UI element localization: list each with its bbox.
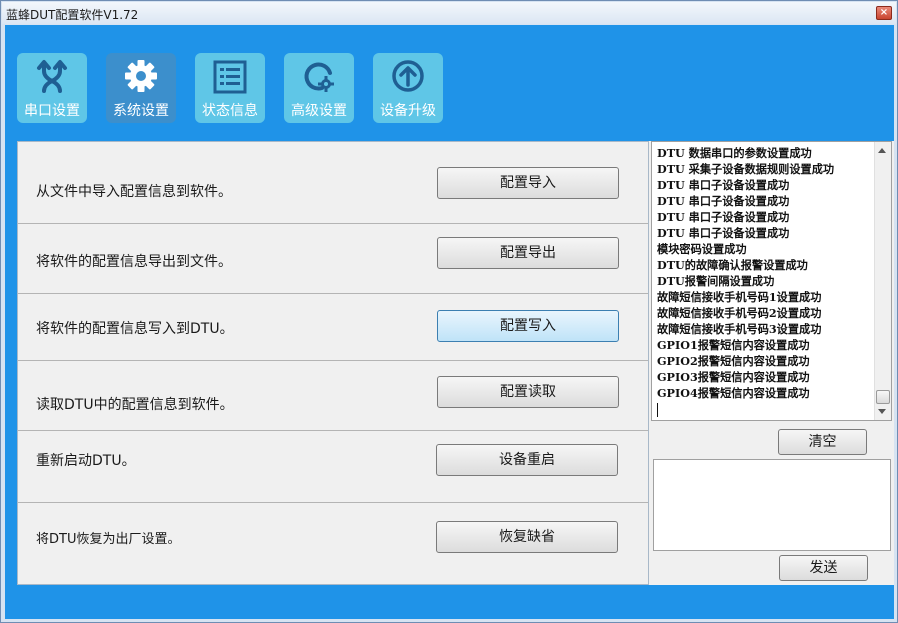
- restart-description: 重新启动DTU。: [36, 453, 136, 469]
- title-bar[interactable]: 蓝蜂DUT配置软件V1.72 ×: [2, 2, 896, 24]
- log-line: DTU 数据串口的参数设置成功: [657, 146, 812, 160]
- scroll-thumb[interactable]: [876, 390, 890, 404]
- export-config-button[interactable]: 配置导出: [437, 237, 619, 269]
- read-description: 读取DTU中的配置信息到软件。: [36, 397, 234, 413]
- log-scrollbar[interactable]: [874, 142, 891, 420]
- log-lines: DTU 数据串口的参数设置成功 DTU 采集子设备数据规则设置成功 DTU 串口子设…: [657, 145, 834, 417]
- device-upgrade-button[interactable]: 设备升级: [373, 53, 443, 123]
- serial-settings-button[interactable]: 串口设置: [17, 53, 87, 123]
- log-line: DTU报警间隔设置成功: [657, 274, 775, 288]
- send-button[interactable]: 发送: [779, 555, 868, 581]
- advanced-gear-circle-icon: [304, 62, 334, 92]
- log-line: GPIO1报警短信内容设置成功: [657, 338, 810, 352]
- log-line: DTU 串口子设备设置成功: [657, 226, 790, 240]
- scroll-up-icon[interactable]: [878, 148, 886, 153]
- status-info-button[interactable]: 状态信息: [195, 53, 265, 123]
- write-config-button[interactable]: 配置写入: [437, 310, 619, 342]
- log-line: 故障短信接收手机号码1设置成功: [657, 290, 822, 304]
- close-button[interactable]: ×: [876, 6, 892, 20]
- log-line: DTU 串口子设备设置成功: [657, 194, 790, 208]
- write-row: 将软件的配置信息写入到DTU。 配置写入: [18, 294, 648, 361]
- log-line: 故障短信接收手机号码3设置成功: [657, 322, 822, 336]
- device-upgrade-label: 设备升级: [380, 103, 436, 119]
- window-title: 蓝蜂DUT配置软件V1.72: [6, 8, 139, 22]
- log-line: DTU 采集子设备数据规则设置成功: [657, 162, 835, 176]
- system-actions-panel: 从文件中导入配置信息到软件。 配置导入 将软件的配置信息导出到文件。 配置导出 …: [17, 141, 649, 585]
- factory-reset-row: 将DTU恢复为出厂设置。 恢复缺省: [18, 503, 648, 584]
- log-line: GPIO4报警短信内容设置成功: [657, 386, 810, 400]
- log-line: DTU的故障确认报警设置成功: [657, 258, 808, 272]
- serial-cross-arrows-icon: [37, 60, 67, 93]
- scroll-down-icon[interactable]: [878, 409, 886, 414]
- log-panel: DTU 数据串口的参数设置成功 DTU 采集子设备数据规则设置成功 DTU 串口子设…: [649, 141, 894, 585]
- restart-row: 重新启动DTU。 设备重启: [18, 431, 648, 503]
- import-config-button[interactable]: 配置导入: [437, 167, 619, 199]
- export-row: 将软件的配置信息导出到文件。 配置导出: [18, 224, 648, 294]
- export-description: 将软件的配置信息导出到文件。: [36, 254, 232, 270]
- system-settings-label: 系统设置: [113, 103, 169, 119]
- client-area: 串口设置 系统设置 状态信息 高级设置 设备升级 从文件中导入配置信息到软件。 …: [5, 25, 894, 619]
- system-settings-button[interactable]: 系统设置: [106, 53, 176, 123]
- list-icon: [213, 60, 247, 94]
- read-config-button[interactable]: 配置读取: [437, 376, 619, 408]
- factory-reset-description: 将DTU恢复为出厂设置。: [36, 532, 181, 547]
- log-line: DTU 串口子设备设置成功: [657, 178, 790, 192]
- serial-settings-label: 串口设置: [24, 103, 80, 119]
- gear-icon: [125, 60, 157, 92]
- log-line: GPIO2报警短信内容设置成功: [657, 354, 810, 368]
- import-row: 从文件中导入配置信息到软件。 配置导入: [18, 142, 648, 224]
- log-line: 故障短信接收手机号码2设置成功: [657, 306, 822, 320]
- log-line: GPIO3报警短信内容设置成功: [657, 370, 810, 384]
- log-output[interactable]: DTU 数据串口的参数设置成功 DTU 采集子设备数据规则设置成功 DTU 串口子设…: [651, 141, 892, 421]
- status-info-label: 状态信息: [202, 103, 258, 119]
- app-window: 蓝蜂DUT配置软件V1.72 × 串口设置 系统设置 状态信息 高级设置 设备升…: [0, 0, 898, 623]
- log-line: 模块密码设置成功: [657, 242, 747, 256]
- upgrade-arrow-icon: [392, 60, 424, 92]
- import-description: 从文件中导入配置信息到软件。: [36, 184, 232, 200]
- text-caret: [657, 403, 658, 417]
- send-input[interactable]: [653, 459, 891, 551]
- advanced-settings-label: 高级设置: [291, 103, 347, 119]
- log-line: DTU 串口子设备设置成功: [657, 210, 790, 224]
- advanced-settings-button[interactable]: 高级设置: [284, 53, 354, 123]
- clear-button[interactable]: 清空: [778, 429, 867, 455]
- write-description: 将软件的配置信息写入到DTU。: [36, 321, 234, 337]
- read-row: 读取DTU中的配置信息到软件。 配置读取: [18, 361, 648, 431]
- factory-reset-button[interactable]: 恢复缺省: [436, 521, 618, 553]
- restart-device-button[interactable]: 设备重启: [436, 444, 618, 476]
